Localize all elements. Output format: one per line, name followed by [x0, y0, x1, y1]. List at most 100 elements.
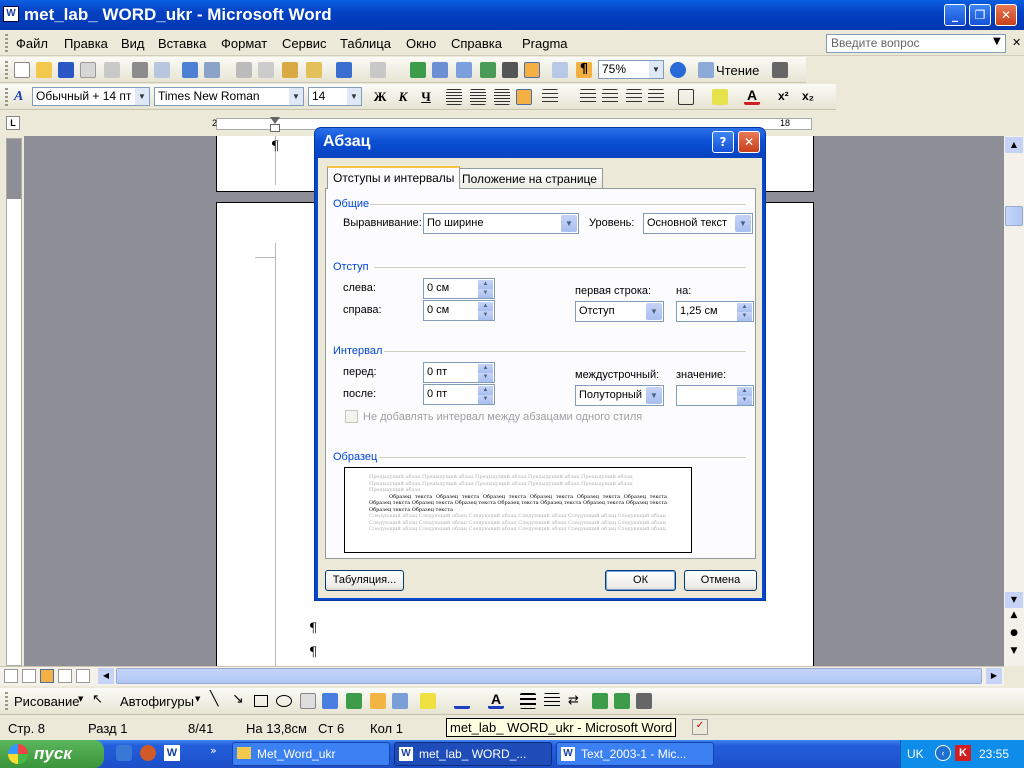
chevron-down-icon[interactable]: ▼	[195, 695, 200, 703]
tabs-button[interactable]: Табуляция...	[325, 570, 404, 591]
italic-button[interactable]: К	[393, 88, 413, 106]
close-button[interactable]: ✕	[995, 4, 1017, 26]
menu-format[interactable]: Формат	[221, 36, 267, 51]
dash-style-icon[interactable]	[544, 693, 560, 709]
3d-style-icon[interactable]	[614, 693, 630, 709]
close-document-icon[interactable]: ✕	[1012, 36, 1021, 49]
print-icon[interactable]	[132, 62, 148, 78]
line-color-icon[interactable]	[454, 693, 470, 709]
save-icon[interactable]	[58, 62, 74, 78]
style-combo[interactable]: Обычный + 14 пт ▼	[32, 87, 150, 106]
task-explorer[interactable]: Met_Word_ukr	[232, 742, 390, 766]
toolbar-grip[interactable]	[5, 88, 8, 106]
toolbar-grip[interactable]	[5, 61, 8, 79]
line-spacing-icon[interactable]	[542, 89, 558, 105]
chevron-right-icon[interactable]: »	[210, 744, 217, 757]
outline-level-select[interactable]: Основной текст ▼	[643, 213, 753, 234]
scroll-up-icon[interactable]: ▲	[1005, 137, 1023, 153]
tray-back-icon[interactable]: ‹	[935, 745, 951, 761]
spin-up-icon[interactable]: ▲	[478, 386, 493, 395]
spin-down-icon[interactable]: ▼	[478, 289, 493, 298]
chevron-down-icon[interactable]: ▼	[135, 88, 149, 105]
styles-formatting-icon[interactable]: A	[14, 89, 30, 105]
menu-table[interactable]: Таблица	[340, 36, 391, 51]
previous-page-icon[interactable]: ▲	[1005, 610, 1023, 626]
line-spacing-select[interactable]: Полуторный ▼	[575, 385, 664, 406]
insert-hyperlink-icon[interactable]	[410, 62, 426, 78]
spin-down-icon[interactable]: ▼	[478, 311, 493, 320]
drawing-toggle-icon[interactable]	[524, 62, 540, 78]
email-icon[interactable]	[104, 62, 120, 78]
spin-up-icon[interactable]: ▲	[737, 387, 752, 396]
spin-up-icon[interactable]: ▲	[478, 302, 493, 311]
chevron-down-icon[interactable]: ▼	[561, 215, 577, 232]
outline-view-icon[interactable]	[58, 669, 72, 683]
underline-button[interactable]: Ч	[416, 88, 436, 106]
scroll-thumb[interactable]	[1005, 206, 1023, 226]
research-icon[interactable]	[204, 62, 220, 78]
spin-up-icon[interactable]: ▲	[737, 303, 752, 312]
cancel-button[interactable]: Отмена	[684, 570, 757, 591]
word-app-icon[interactable]: W	[3, 6, 19, 22]
minimize-button[interactable]: _	[944, 4, 966, 26]
first-line-select[interactable]: Отступ ▼	[575, 301, 664, 322]
open-folder-icon[interactable]	[36, 62, 52, 78]
ask-question-input[interactable]: Введите вопрос	[826, 34, 1006, 53]
redo-icon[interactable]	[370, 62, 386, 78]
cut-icon[interactable]	[236, 62, 252, 78]
horizontal-scrollbar[interactable]: ◀ ▶	[0, 666, 1004, 686]
align-right-icon[interactable]	[494, 89, 510, 105]
insert-excel-icon[interactable]	[480, 62, 496, 78]
spelling-icon[interactable]	[182, 62, 198, 78]
drawing-menu[interactable]: Рисование	[14, 694, 79, 709]
oval-icon[interactable]	[276, 695, 292, 707]
spin-down-icon[interactable]: ▼	[737, 312, 752, 321]
start-button[interactable]: пуск	[0, 740, 104, 768]
task-word-text[interactable]: W Text_2003-1 - Mic...	[556, 742, 714, 766]
ok-button[interactable]: ОК	[605, 570, 676, 591]
scroll-down-icon[interactable]: ▼	[1005, 592, 1023, 608]
tables-borders-icon[interactable]	[432, 62, 448, 78]
undo-icon[interactable]	[336, 62, 352, 78]
vertical-ruler[interactable]	[6, 138, 22, 666]
scroll-thumb[interactable]	[116, 668, 982, 684]
menu-pragma[interactable]: Pragma	[522, 36, 568, 51]
dialog-title-bar[interactable]: Абзац ? ✕	[315, 128, 765, 158]
indent-right-input[interactable]: 0 см ▲ ▼	[423, 300, 495, 321]
menu-file[interactable]: Файл	[16, 36, 48, 51]
fill-color-icon[interactable]	[420, 693, 436, 709]
scroll-left-icon[interactable]: ◀	[98, 668, 114, 684]
paste-icon[interactable]	[282, 62, 298, 78]
select-browse-object-icon[interactable]: ●	[1005, 628, 1023, 644]
format-painter-icon[interactable]	[306, 62, 322, 78]
picture-icon[interactable]	[392, 693, 408, 709]
desktop-icon[interactable]	[116, 745, 132, 761]
space-after-input[interactable]: 0 пт ▲ ▼	[423, 384, 495, 405]
show-formatting-icon[interactable]: ¶	[576, 62, 592, 78]
print-preview-icon[interactable]	[154, 62, 170, 78]
print-layout-view-icon[interactable]	[40, 669, 54, 683]
spin-up-icon[interactable]: ▲	[478, 280, 493, 289]
dialog-close-button[interactable]: ✕	[738, 131, 760, 153]
toolbar-options-icon[interactable]	[772, 62, 788, 78]
spin-down-icon[interactable]: ▼	[478, 395, 493, 404]
space-before-input[interactable]: 0 пт ▲ ▼	[423, 362, 495, 383]
spacing-at-input[interactable]: ▲ ▼	[676, 385, 754, 406]
reading-icon[interactable]	[698, 62, 714, 78]
toolbar-options-icon[interactable]	[636, 693, 652, 709]
font-color-icon[interactable]: A	[488, 692, 504, 709]
toolbar-grip[interactable]	[5, 34, 8, 52]
subscript-icon[interactable]: x₂	[802, 89, 818, 105]
superscript-icon[interactable]: x²	[778, 89, 794, 105]
columns-icon[interactable]	[502, 62, 518, 78]
spelling-status-icon[interactable]: ✓	[692, 719, 708, 735]
help-icon[interactable]	[670, 62, 686, 78]
zoom-combo[interactable]: 75% ▼	[598, 60, 664, 79]
spin-down-icon[interactable]: ▼	[737, 396, 752, 405]
menu-window[interactable]: Окно	[406, 36, 436, 51]
copy-icon[interactable]	[258, 62, 274, 78]
textbox-icon[interactable]	[300, 693, 316, 709]
new-document-icon[interactable]	[14, 62, 30, 78]
chevron-down-icon[interactable]: ▼	[646, 303, 662, 320]
tab-line-page-breaks[interactable]: Положение на странице	[456, 168, 603, 188]
